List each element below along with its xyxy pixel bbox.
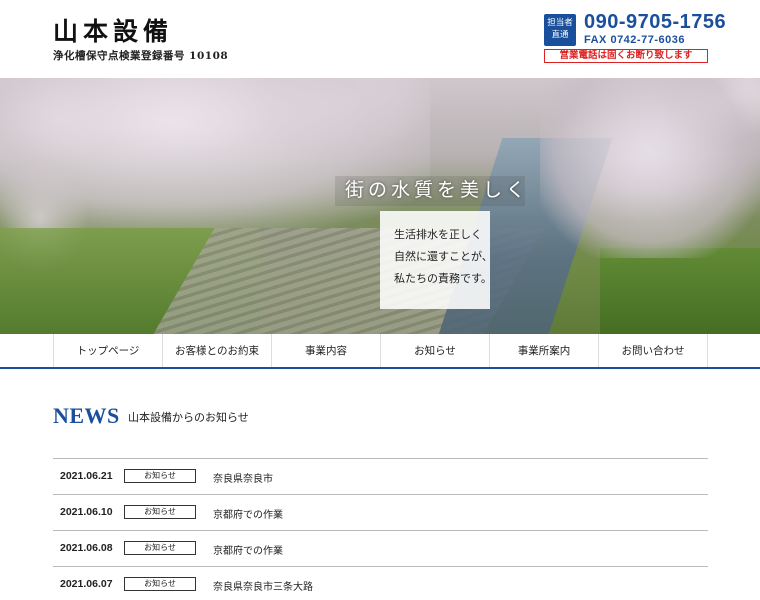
news-category-badge: お知らせ [124, 505, 196, 519]
nav-item-services[interactable]: 事業内容 [272, 334, 381, 368]
news-heading: NEWS [53, 403, 120, 428]
hero-message-box: 生活排水を正しく 自然に還すことが、 私たちの責務です。 [380, 211, 493, 309]
nav-item-top[interactable]: トップページ [54, 334, 163, 368]
news-date: 2021.06.21 [60, 470, 113, 482]
phone-number[interactable]: 090-9705-1756 [584, 11, 726, 34]
sales-call-notice: 営業電話は固くお断り致します [544, 49, 708, 63]
hero-line: 私たちの責務です。 [394, 272, 492, 285]
news-title-link[interactable]: 京都府での作業 [213, 506, 283, 521]
nav-item-promise[interactable]: お客様とのお約束 [163, 334, 272, 368]
news-title-link[interactable]: 奈良県奈良市 [213, 470, 273, 485]
hero-image: 街の水質を美しく 生活排水を正しく 自然に還すことが、 私たちの責務です。 [0, 78, 760, 334]
hero-line: 自然に還すことが、 [394, 250, 493, 263]
news-title-link[interactable]: 京都府での作業 [213, 542, 283, 557]
news-item[interactable]: 2021.06.08 お知らせ 京都府での作業 [53, 531, 708, 567]
news-list: 2021.06.21 お知らせ 奈良県奈良市 2021.06.10 お知らせ 京… [53, 458, 708, 600]
nav-item-news[interactable]: お知らせ [381, 334, 490, 368]
news-item[interactable]: 2021.06.10 お知らせ 京都府での作業 [53, 495, 708, 531]
license-number: 浄化槽保守点検業登録番号 10108 [53, 50, 229, 62]
news-category-badge: お知らせ [124, 577, 196, 591]
fax-number: FAX 0742-77-6036 [584, 34, 685, 46]
grass-bank-right [600, 248, 760, 334]
news-date: 2021.06.10 [60, 506, 113, 518]
cherry-trees-right [540, 78, 760, 258]
hero-line: 生活排水を正しく [394, 228, 482, 241]
hero-title: 街の水質を美しく [345, 179, 530, 201]
nav-item-office[interactable]: 事業所案内 [490, 334, 599, 368]
site-header: 山本設備 浄化槽保守点検業登録番号 10108 担当者直通 090-9705-1… [0, 0, 760, 78]
nav-item-contact[interactable]: お問い合わせ [599, 334, 708, 368]
nav-divider [0, 367, 760, 369]
contact-badge: 担当者直通 [544, 14, 576, 46]
news-date: 2021.06.07 [60, 578, 113, 590]
news-item[interactable]: 2021.06.21 お知らせ 奈良県奈良市 [53, 459, 708, 495]
main-nav: トップページ お客様とのお約束 事業内容 お知らせ 事業所案内 お問い合わせ [53, 334, 708, 368]
company-logo[interactable]: 山本設備 [53, 18, 173, 46]
news-item[interactable]: 2021.06.07 お知らせ 奈良県奈良市三条大路 [53, 567, 708, 600]
news-date: 2021.06.08 [60, 542, 113, 554]
news-subheading: 山本設備からのお知らせ [128, 411, 249, 424]
news-title-link[interactable]: 奈良県奈良市三条大路 [213, 578, 313, 593]
news-category-badge: お知らせ [124, 469, 196, 483]
news-category-badge: お知らせ [124, 541, 196, 555]
